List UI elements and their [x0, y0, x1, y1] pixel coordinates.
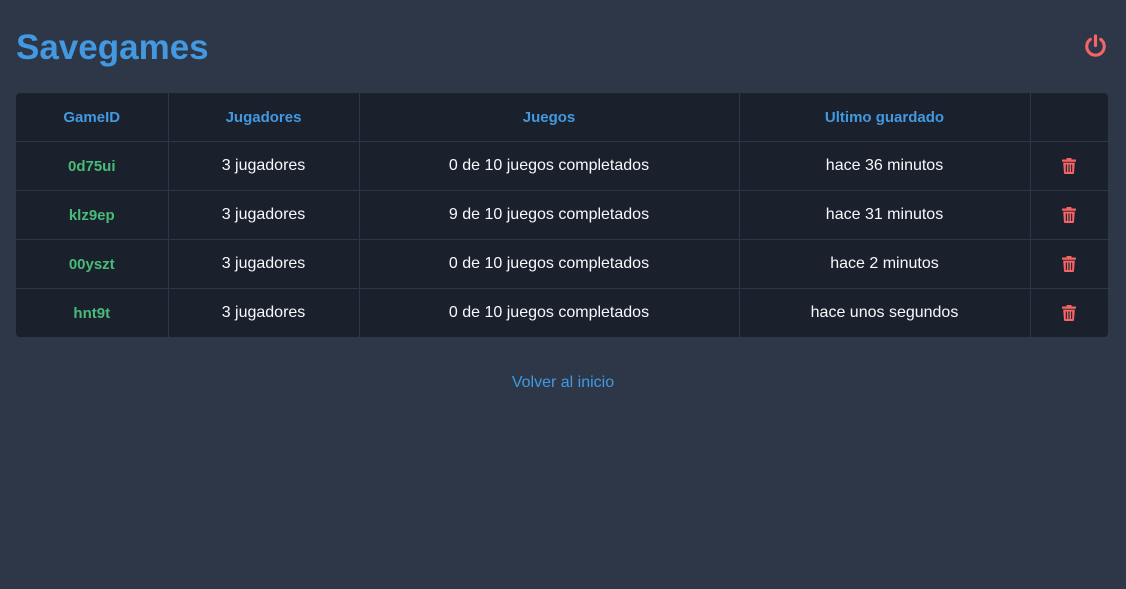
last-saved-cell: hace 36 minutos: [739, 141, 1031, 191]
page-title: Savegames: [16, 27, 209, 67]
delete-button[interactable]: [1062, 255, 1077, 272]
savegames-table: GameID Jugadores Juegos Ultimo guardado …: [16, 93, 1108, 337]
trash-icon: [1062, 255, 1077, 272]
last-saved-cell: hace 2 minutos: [739, 239, 1031, 289]
game-id-cell[interactable]: klz9ep: [16, 190, 169, 240]
actions-cell: [1030, 190, 1108, 240]
last-saved-cell: hace 31 minutos: [739, 190, 1031, 240]
game-id-cell[interactable]: hnt9t: [16, 288, 169, 337]
column-header-juegos: Juegos: [359, 93, 740, 142]
actions-cell: [1030, 239, 1108, 289]
last-saved-cell: hace unos segundos: [739, 288, 1031, 337]
players-cell: 3 jugadores: [168, 288, 360, 337]
back-link-container: Volver al inicio: [16, 374, 1110, 392]
game-id-cell[interactable]: 0d75ui: [16, 141, 169, 191]
games-cell: 0 de 10 juegos completados: [359, 239, 740, 289]
delete-button[interactable]: [1062, 304, 1077, 321]
column-header-ultimo-guardado: Ultimo guardado: [739, 93, 1031, 142]
column-header-gameid: GameID: [16, 93, 169, 142]
players-cell: 3 jugadores: [168, 190, 360, 240]
delete-button[interactable]: [1062, 157, 1077, 174]
table-header-row: GameID Jugadores Juegos Ultimo guardado: [16, 93, 1108, 142]
trash-icon: [1062, 157, 1077, 174]
games-cell: 9 de 10 juegos completados: [359, 190, 740, 240]
actions-cell: [1030, 141, 1108, 191]
trash-icon: [1062, 304, 1077, 321]
column-header-actions: [1030, 93, 1108, 142]
back-to-home-link[interactable]: Volver al inicio: [512, 374, 614, 391]
players-cell: 3 jugadores: [168, 141, 360, 191]
games-cell: 0 de 10 juegos completados: [359, 288, 740, 337]
page-header: Savegames: [16, 0, 1110, 93]
power-icon: [1084, 34, 1106, 57]
table-row[interactable]: 0d75ui 3 jugadores 0 de 10 juegos comple…: [16, 141, 1108, 191]
savegames-page: Savegames GameID Jugadores Juegos Ultimo…: [0, 0, 1126, 589]
table-row[interactable]: hnt9t 3 jugadores 0 de 10 juegos complet…: [16, 288, 1108, 338]
game-id-cell[interactable]: 00yszt: [16, 239, 169, 289]
players-cell: 3 jugadores: [168, 239, 360, 289]
table-row[interactable]: 00yszt 3 jugadores 0 de 10 juegos comple…: [16, 239, 1108, 289]
delete-button[interactable]: [1062, 206, 1077, 223]
logout-button[interactable]: [1082, 34, 1108, 60]
table-row[interactable]: klz9ep 3 jugadores 9 de 10 juegos comple…: [16, 190, 1108, 240]
column-header-jugadores: Jugadores: [168, 93, 360, 142]
trash-icon: [1062, 206, 1077, 223]
actions-cell: [1030, 289, 1108, 338]
games-cell: 0 de 10 juegos completados: [359, 141, 740, 191]
